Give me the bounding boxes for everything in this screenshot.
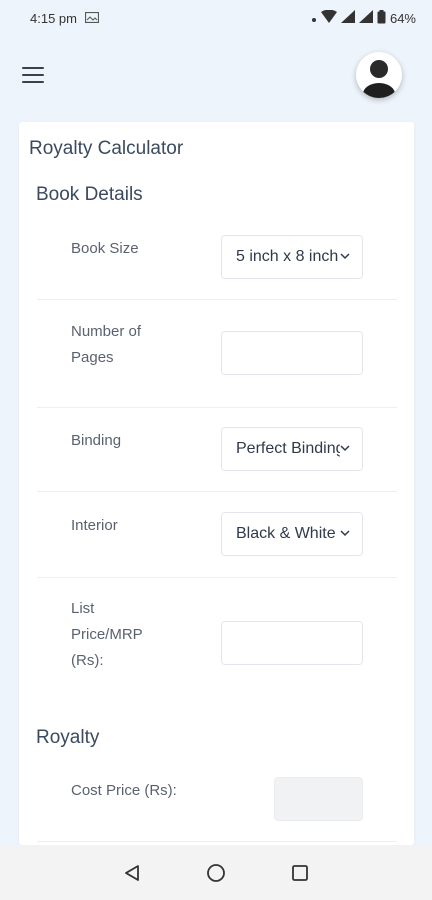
app-header: [0, 36, 432, 114]
chevron-down-icon: [340, 252, 350, 263]
status-time: 4:15 pm: [30, 10, 77, 26]
status-left: 4:15 pm: [30, 10, 100, 26]
battery-icon: [377, 9, 386, 27]
number-of-pages-input[interactable]: [221, 331, 363, 375]
system-navigation-bar: [0, 845, 432, 900]
back-icon[interactable]: [120, 861, 144, 885]
list-price-label: List Price/MRP (Rs):: [71, 600, 143, 669]
wifi-icon: [320, 9, 337, 26]
interior-value: Black & White: [236, 525, 336, 542]
divider: [37, 299, 397, 300]
status-right: 64%: [311, 9, 416, 27]
user-avatar-icon[interactable]: [356, 52, 402, 98]
interior-label: Interior: [71, 517, 118, 534]
cost-price-output: [274, 777, 363, 821]
chevron-down-icon: [340, 529, 350, 540]
signal-icon-2: [358, 10, 373, 26]
chevron-down-icon: [340, 444, 350, 455]
royalty-calculator-card: Royalty Calculator Book Details Book Siz…: [19, 122, 414, 845]
divider: [37, 491, 397, 492]
book-size-value: 5 inch x 8 inch: [236, 248, 339, 265]
interior-select[interactable]: Black & White: [221, 512, 363, 556]
image-icon: [84, 11, 100, 26]
page-title: Royalty Calculator: [29, 138, 184, 159]
number-of-pages-label: Number of Pages: [71, 323, 142, 366]
status-bar: 4:15 pm 64%: [0, 0, 432, 36]
binding-label: Binding: [71, 432, 122, 449]
royalty-heading: Royalty: [36, 727, 100, 748]
recents-icon[interactable]: [288, 861, 312, 885]
book-size-select[interactable]: 5 inch x 8 inch: [221, 235, 363, 279]
signal-icon: [340, 10, 355, 26]
cost-price-label: Cost Price (Rs):: [71, 782, 177, 799]
battery-level: 64%: [389, 10, 416, 26]
book-size-label: Book Size: [71, 240, 139, 257]
binding-select[interactable]: Perfect Binding: [221, 427, 363, 471]
divider: [37, 577, 397, 578]
dot-icon: [311, 11, 317, 26]
divider: [37, 841, 397, 842]
divider: [37, 407, 397, 408]
home-icon[interactable]: [204, 861, 228, 885]
hamburger-icon[interactable]: [22, 67, 44, 83]
list-price-input[interactable]: [221, 621, 363, 665]
binding-value: Perfect Binding: [236, 440, 340, 457]
book-details-heading: Book Details: [36, 184, 143, 205]
